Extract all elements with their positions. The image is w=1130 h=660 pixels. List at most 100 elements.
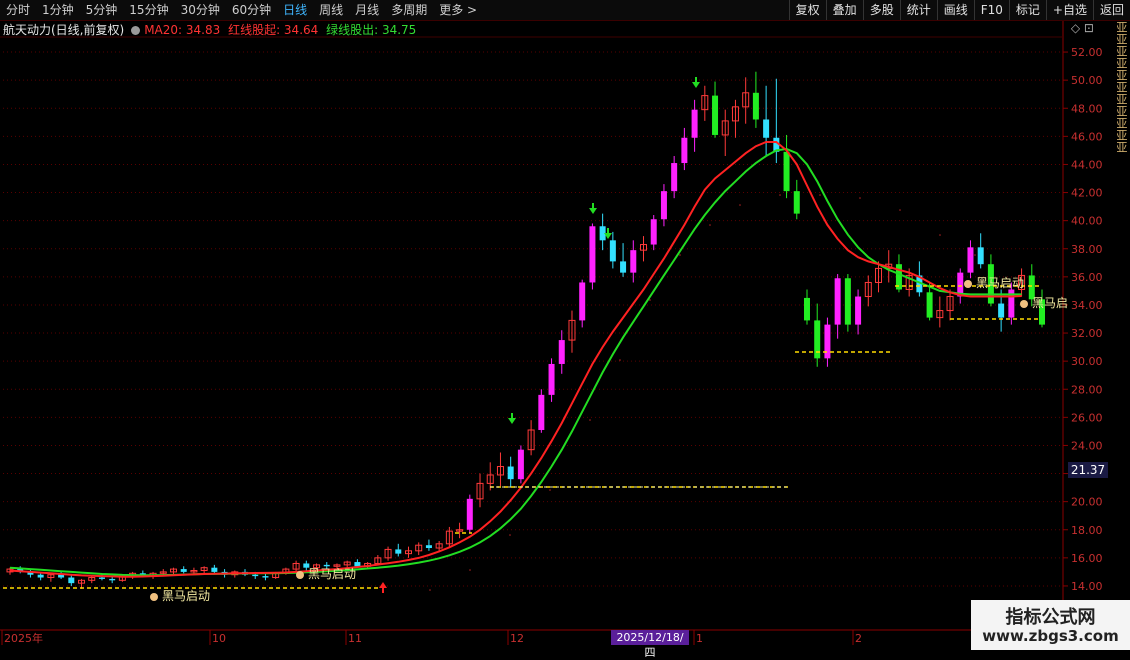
annotation-label: 黑马启: [1032, 296, 1068, 310]
kline-chart[interactable]: 52.00 50.00 48.00 46.00 44.00 42.00 40.00 38.00…: [0, 0, 1130, 650]
ma-red-line: [9, 141, 1022, 578]
x-tick-label: 11: [348, 632, 362, 645]
watermark: 指标公式网 www.zbgs3.com: [971, 600, 1130, 650]
pointer-hand-icon: [296, 571, 304, 579]
y-tick-label: 48.00: [1071, 102, 1103, 115]
sell-arrow-icon: [508, 418, 516, 424]
candle-body: [763, 119, 770, 138]
candle-body: [681, 137, 688, 164]
candle-body: [68, 577, 75, 584]
candle-body: [926, 292, 933, 318]
y-tick-label: 14.00: [1071, 580, 1103, 593]
candle-body: [252, 574, 259, 577]
pointer-hand-icon: [1020, 300, 1028, 308]
candle-body: [834, 278, 841, 325]
candle-body: [844, 278, 851, 325]
candle-body: [671, 163, 678, 192]
current-price-tag: 21.37: [1068, 462, 1108, 478]
band-dot: [819, 194, 821, 196]
y-tick-label: 50.00: [1071, 74, 1103, 87]
watermark-title: 指标公式网: [1005, 607, 1096, 628]
y-tick-label: 30.00: [1071, 355, 1103, 368]
band-dot: [649, 299, 651, 301]
band-dot: [859, 197, 861, 199]
annotation-label: 黑马启动: [976, 276, 1024, 290]
y-tick-label: 26.00: [1071, 411, 1103, 424]
cursor-date-label: 2025/12/18/四: [611, 630, 689, 659]
band-dot: [589, 419, 591, 421]
y-tick-label: 44.00: [1071, 158, 1103, 171]
band-dot: [509, 534, 511, 536]
candle-body: [262, 576, 269, 578]
ma-green-line: [9, 147, 1022, 577]
y-tick-label: 20.00: [1071, 496, 1103, 509]
buy-arrow-icon: [379, 582, 387, 588]
x-tick-label: 12: [510, 632, 524, 645]
candle-body: [609, 240, 616, 262]
y-tick-label: 28.00: [1071, 383, 1103, 396]
candle-body: [517, 449, 524, 480]
candle-body: [620, 261, 627, 273]
candle-body: [712, 95, 719, 135]
candle-body: [783, 151, 790, 192]
x-tick-label: 2: [855, 632, 862, 645]
band-dot: [429, 589, 431, 591]
watermark-url: www.zbgs3.com: [982, 627, 1119, 645]
band-dot: [974, 254, 976, 256]
candle-body: [466, 498, 473, 530]
sell-arrow-icon: [692, 82, 700, 88]
candle-body: [538, 394, 545, 430]
candle-body: [977, 247, 984, 265]
candle-body: [691, 109, 698, 138]
candle-body: [507, 466, 514, 480]
candle-body: [998, 303, 1005, 318]
candle-body: [548, 363, 555, 395]
candle-body: [752, 92, 759, 120]
side-text-strip: 亚亚亚亚亚亚亚亚亚亚亚: [1117, 21, 1128, 153]
y-tick-label: 18.00: [1071, 524, 1103, 537]
candle-body: [395, 549, 402, 554]
candle-body: [793, 191, 800, 214]
x-tick-label: 10: [212, 632, 226, 645]
y-tick-label: 52.00: [1071, 46, 1103, 59]
x-tick-label: 2025年: [4, 631, 43, 645]
candle-body: [855, 296, 862, 325]
candle-body: [180, 569, 187, 572]
annotation-label: 黑马启动: [308, 567, 356, 581]
y-tick-label: 38.00: [1071, 243, 1103, 256]
band-dot: [469, 569, 471, 571]
y-tick-label: 34.00: [1071, 299, 1103, 312]
candle-body: [109, 578, 116, 581]
band-dot: [739, 204, 741, 206]
candle-body: [425, 545, 432, 549]
band-dot: [619, 359, 621, 361]
candle-body: [558, 340, 565, 364]
candle-body: [98, 577, 105, 579]
band-dot: [679, 254, 681, 256]
y-tick-label: 36.00: [1071, 271, 1103, 284]
y-tick-label: 42.00: [1071, 187, 1103, 200]
candle-body: [354, 562, 361, 567]
band-dot: [899, 209, 901, 211]
sell-arrow-icon: [589, 208, 597, 214]
candle-body: [967, 247, 974, 273]
band-dot: [939, 234, 941, 236]
y-tick-label: 16.00: [1071, 552, 1103, 565]
y-tick-label: 32.00: [1071, 327, 1103, 340]
pointer-hand-icon: [150, 593, 158, 601]
band-dot: [709, 224, 711, 226]
candle-body: [579, 282, 586, 321]
candle-body: [824, 324, 831, 359]
band-dot: [779, 194, 781, 196]
candle-body: [660, 191, 667, 220]
candle-body: [37, 574, 44, 578]
x-tick-label: 1: [696, 632, 703, 645]
y-tick-label: 46.00: [1071, 130, 1103, 143]
candle-body: [650, 219, 657, 245]
y-tick-label: 40.00: [1071, 215, 1103, 228]
candle-body: [211, 567, 218, 572]
candle-body: [803, 297, 810, 321]
annotation-label: 黑马启动: [162, 589, 210, 603]
band-dot: [549, 489, 551, 491]
y-tick-label: 24.00: [1071, 439, 1103, 452]
